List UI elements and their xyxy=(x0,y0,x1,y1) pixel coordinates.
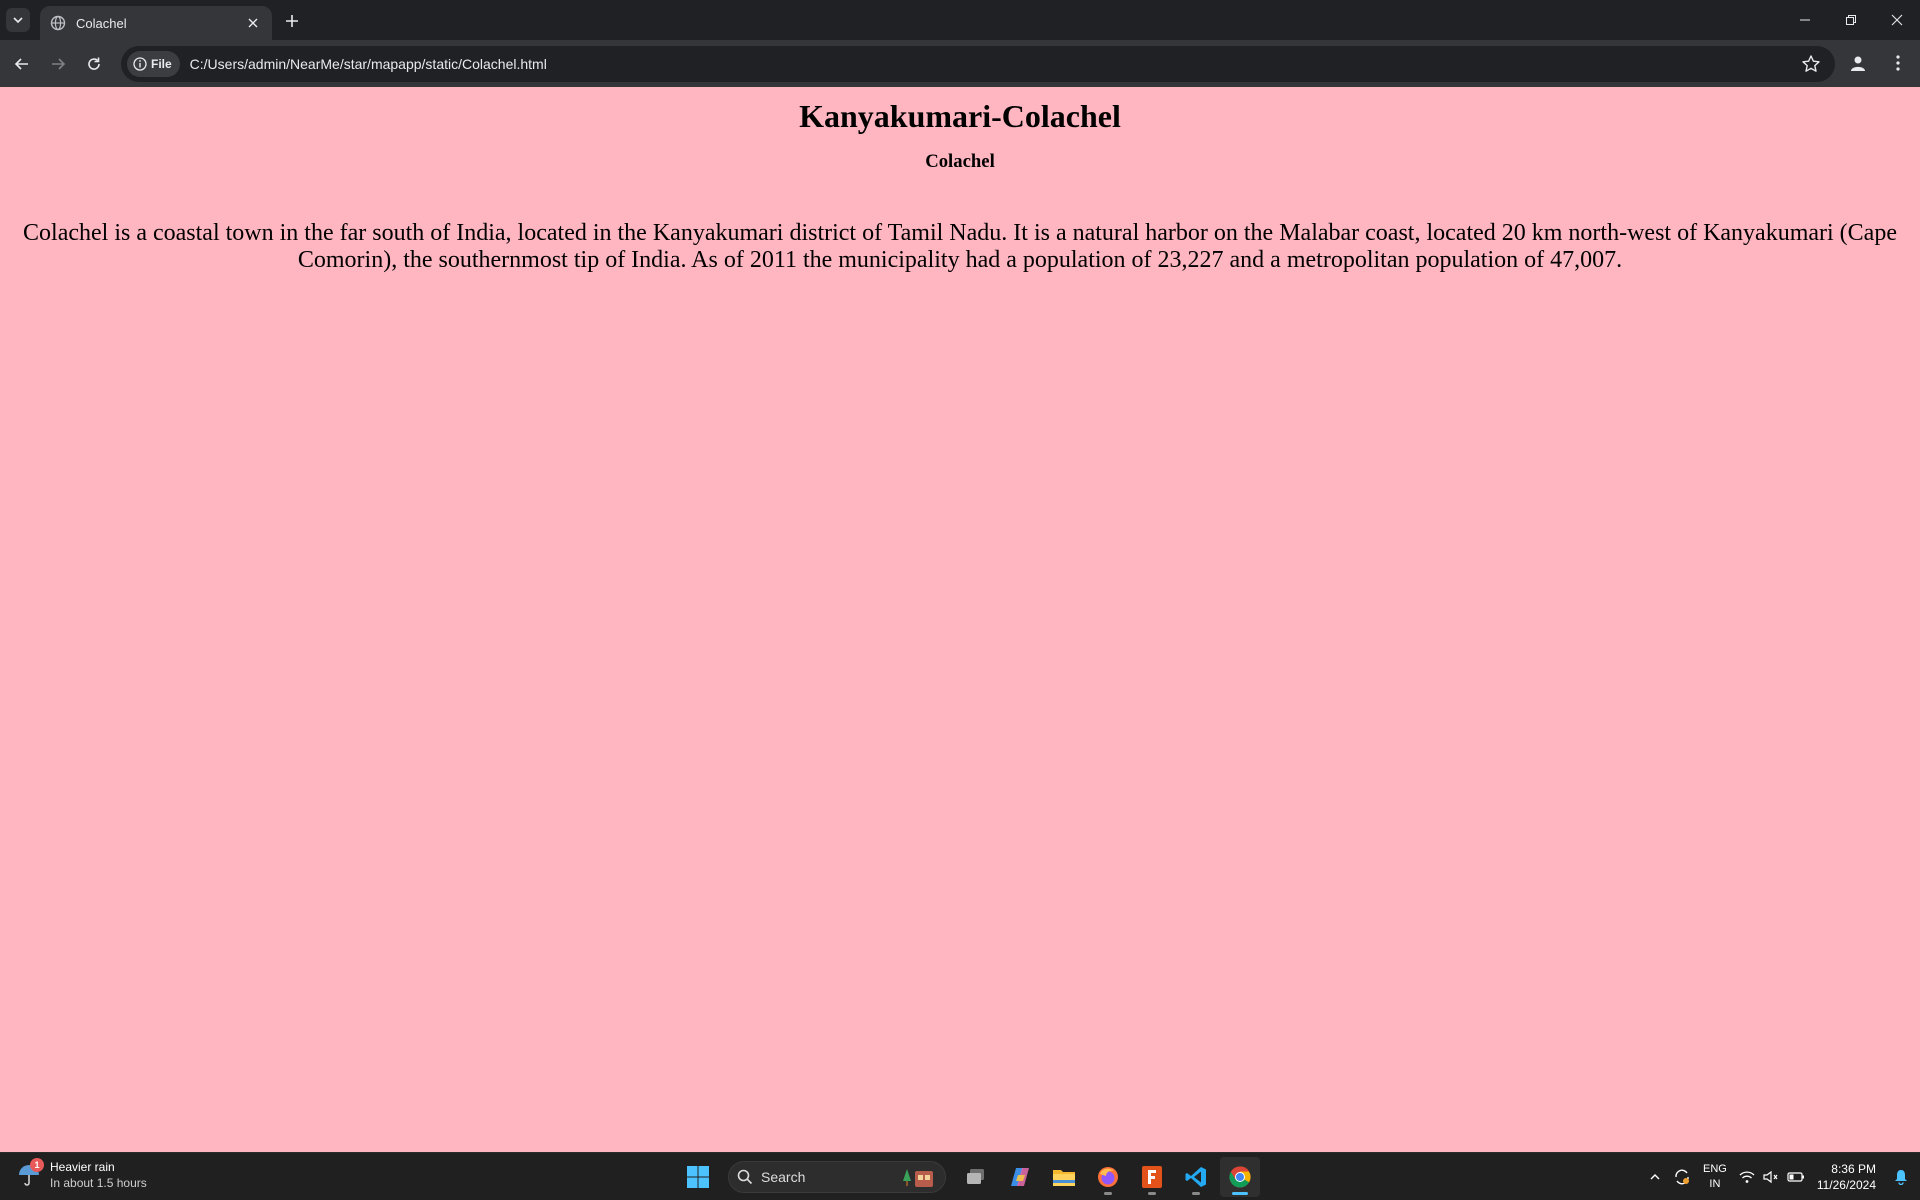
region-code: IN xyxy=(1709,1178,1721,1190)
copilot-app[interactable] xyxy=(1000,1157,1040,1197)
back-button[interactable] xyxy=(8,50,36,78)
plus-icon xyxy=(286,15,298,27)
arrow-left-icon xyxy=(14,57,28,70)
weather-widget[interactable]: 1 Heavier rain In about 1.5 hours xyxy=(16,1158,147,1191)
volume-icon xyxy=(1763,1170,1778,1184)
windows-logo-icon xyxy=(687,1166,709,1188)
clock[interactable]: 8:36 PM 11/26/2024 xyxy=(1811,1153,1888,1200)
description-paragraph: Colachel is a coastal town in the far so… xyxy=(23,220,1897,273)
info-icon xyxy=(133,57,147,71)
search-label: Search xyxy=(761,1169,806,1185)
forward-button[interactable] xyxy=(44,50,72,78)
system-tray: ENG IN 8:36 PM 11/26/2024 xyxy=(1643,1153,1920,1200)
show-hidden-icons-button[interactable] xyxy=(1643,1153,1667,1200)
search-icon xyxy=(737,1169,753,1185)
filezilla-app[interactable] xyxy=(1132,1157,1172,1197)
weather-badge: 1 xyxy=(30,1158,44,1172)
sync-tray-button[interactable] xyxy=(1667,1153,1697,1200)
running-indicator xyxy=(1104,1192,1112,1195)
taskbar-search[interactable]: Search xyxy=(728,1161,946,1193)
page-content: Kanyakumari-Colachel Colachel Colachel i… xyxy=(0,87,1920,1152)
lang-code: ENG xyxy=(1702,1163,1727,1175)
tab-strip: Colachel xyxy=(0,0,1920,40)
rain-umbrella-icon: 1 xyxy=(16,1158,44,1188)
close-icon xyxy=(248,18,258,28)
reload-button[interactable] xyxy=(80,50,108,78)
chrome-app[interactable] xyxy=(1220,1157,1260,1197)
close-window-button[interactable] xyxy=(1874,0,1920,40)
tab-title: Colachel xyxy=(76,15,127,31)
vscode-icon xyxy=(1185,1167,1206,1187)
bell-icon xyxy=(1895,1170,1907,1185)
chevron-down-icon xyxy=(13,17,23,24)
browser-tab[interactable]: Colachel xyxy=(40,6,272,40)
vscode-app[interactable] xyxy=(1176,1157,1216,1197)
arrow-right-icon xyxy=(52,57,66,70)
clock-time: 8:36 PM xyxy=(1831,1162,1876,1176)
firefox-app[interactable] xyxy=(1088,1157,1128,1197)
window-controls xyxy=(1782,0,1920,40)
wifi-icon xyxy=(1739,1171,1755,1183)
running-indicator xyxy=(1192,1192,1200,1195)
menu-button[interactable] xyxy=(1884,49,1912,77)
chevron-up-icon xyxy=(1650,1174,1660,1180)
address-bar[interactable]: File C:/Users/admin/NearMe/star/mapapp/s… xyxy=(121,46,1835,82)
running-indicator xyxy=(1148,1192,1156,1195)
weather-title: Heavier rain xyxy=(50,1160,115,1174)
bookmark-star-icon[interactable] xyxy=(1801,54,1821,74)
filezilla-icon xyxy=(1142,1166,1162,1188)
battery-icon xyxy=(1787,1172,1804,1182)
restore-icon xyxy=(1846,15,1856,25)
profile-icon xyxy=(1851,56,1865,71)
new-tab-button[interactable] xyxy=(280,9,304,33)
restore-button[interactable] xyxy=(1828,0,1874,40)
more-vertical-icon xyxy=(1896,55,1900,71)
task-view-button[interactable] xyxy=(956,1157,996,1197)
page-subtitle: Colachel xyxy=(925,151,995,172)
weather-subtitle: In about 1.5 hours xyxy=(50,1176,147,1190)
globe-icon xyxy=(50,15,66,31)
tab-search-button[interactable] xyxy=(6,8,30,32)
notifications-button[interactable] xyxy=(1888,1153,1920,1200)
folder-icon xyxy=(1053,1170,1075,1186)
url-text[interactable]: C:/Users/admin/NearMe/star/mapapp/static… xyxy=(190,56,547,72)
site-info-chip[interactable]: File xyxy=(127,51,180,77)
start-button[interactable] xyxy=(678,1157,718,1197)
chrome-icon xyxy=(1229,1166,1251,1188)
quick-settings-button[interactable] xyxy=(1733,1153,1811,1200)
close-icon xyxy=(1891,14,1903,26)
minimize-icon xyxy=(1800,19,1810,21)
profile-button[interactable] xyxy=(1844,49,1872,77)
minimize-button[interactable] xyxy=(1782,0,1828,40)
search-highlight-icon xyxy=(903,1169,933,1187)
active-indicator xyxy=(1232,1192,1248,1195)
toolbar-right xyxy=(1844,49,1920,77)
taskbar-apps: Search xyxy=(678,1157,1260,1197)
taskbar: 1 Heavier rain In about 1.5 hours Search xyxy=(0,1152,1920,1200)
tab-close-button[interactable] xyxy=(244,14,262,32)
file-explorer-app[interactable] xyxy=(1044,1157,1084,1197)
browser-toolbar: File C:/Users/admin/NearMe/star/mapapp/s… xyxy=(0,40,1920,87)
language-indicator[interactable]: ENG IN xyxy=(1697,1153,1733,1200)
site-info-label: File xyxy=(151,57,172,71)
task-view-icon xyxy=(967,1169,984,1184)
clock-date: 11/26/2024 xyxy=(1816,1178,1876,1192)
copilot-icon xyxy=(1011,1168,1029,1186)
firefox-icon xyxy=(1098,1167,1118,1187)
reload-icon xyxy=(88,57,100,70)
sync-icon xyxy=(1675,1169,1689,1185)
page-title: Kanyakumari-Colachel xyxy=(799,98,1121,134)
